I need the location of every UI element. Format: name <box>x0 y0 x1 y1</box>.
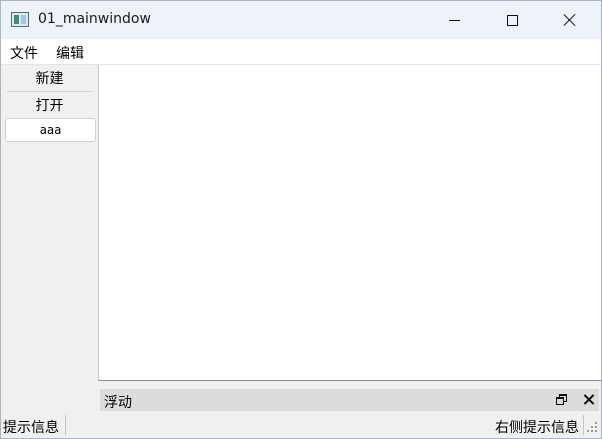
aaa-button[interactable]: aaa <box>5 118 96 142</box>
maximize-button[interactable] <box>489 1 535 39</box>
window-title: 01_mainwindow <box>38 11 151 27</box>
menu-edit[interactable]: 编辑 <box>56 43 84 63</box>
close-button[interactable] <box>547 1 593 39</box>
dock-widget: 浮动 <box>98 381 601 412</box>
menu-bar: 文件 编辑 <box>1 39 601 65</box>
dock-title: 浮动 <box>104 395 132 411</box>
open-button[interactable]: 打开 <box>5 93 94 117</box>
size-grip-icon[interactable] <box>586 422 598 434</box>
status-left-text: 提示信息 <box>3 420 59 436</box>
menu-file[interactable]: 文件 <box>10 43 38 63</box>
left-toolbar: 新建 打开 aaa <box>1 65 98 412</box>
title-bar[interactable]: 01_mainwindow <box>1 1 601 39</box>
status-bar: 提示信息 右侧提示信息 <box>1 412 601 438</box>
maximize-icon <box>506 14 518 26</box>
dock-title-bar[interactable]: 浮动 <box>100 389 599 411</box>
close-icon <box>563 13 577 27</box>
open-button-label: 打开 <box>35 98 64 114</box>
new-button-label: 新建 <box>35 71 64 87</box>
toolbar-separator <box>7 91 92 92</box>
new-button[interactable]: 新建 <box>5 66 94 90</box>
dock-float-icon[interactable] <box>555 393 569 407</box>
status-separator <box>65 415 66 435</box>
status-separator <box>583 415 584 435</box>
status-right-text: 右侧提示信息 <box>495 420 579 436</box>
dock-close-icon[interactable] <box>582 393 596 407</box>
aaa-button-label: aaa <box>39 123 62 137</box>
main-window: 01_mainwindow 文件 编辑 新建 打开 aaa 浮动 提示信息 右侧… <box>0 0 602 439</box>
minimize-icon <box>448 19 460 21</box>
minimize-button[interactable] <box>431 1 477 39</box>
central-widget[interactable] <box>98 65 601 381</box>
app-window-icon <box>11 12 29 27</box>
